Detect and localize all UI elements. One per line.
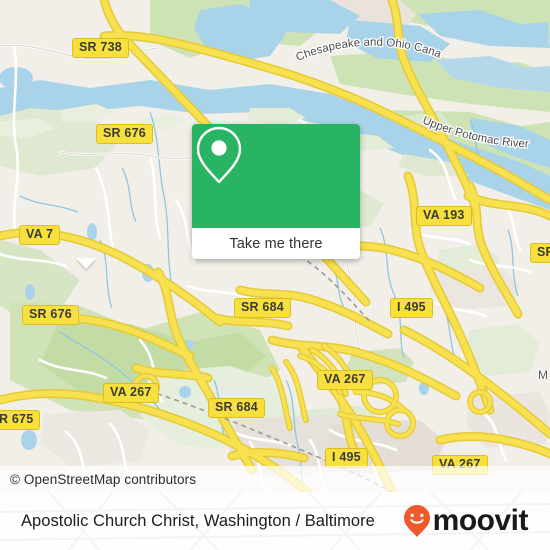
osm-attribution-bar: © OpenStreetMap contributors xyxy=(0,466,550,492)
road-shield: VA 267 xyxy=(317,370,373,390)
road-shield: VA 7 xyxy=(19,225,61,245)
road-shield: SR 676 xyxy=(96,124,153,144)
road-shield: VA 193 xyxy=(416,206,472,226)
page-title: Apostolic Church Christ, Washington / Ba… xyxy=(21,511,375,530)
popup-pointer-tail xyxy=(76,258,96,269)
road-shield-label: SR 738 xyxy=(79,40,122,54)
footer-bar: Apostolic Church Christ, Washington / Ba… xyxy=(0,492,550,550)
edge-place-label: M xyxy=(538,368,548,382)
popup-image-area xyxy=(192,124,360,228)
road-shield: SR 676 xyxy=(22,305,79,325)
road-shield: I 495 xyxy=(325,448,368,468)
road-shield-label: SR 684 xyxy=(241,300,284,314)
road-shield: SR xyxy=(530,243,550,263)
moovit-logo[interactable]: moovit xyxy=(402,504,550,538)
road-shield: SR 738 xyxy=(72,38,129,58)
road-shield-label: VA 267 xyxy=(110,385,152,399)
map-canvas[interactable]: Chesapeake and Ohio Canal Upper Potomac … xyxy=(0,0,550,492)
road-shield-label: SR 676 xyxy=(29,307,72,321)
map-screenshot: Chesapeake and Ohio Canal Upper Potomac … xyxy=(0,0,550,550)
road-shield-label: SR xyxy=(537,245,550,259)
road-shield-label: SR 676 xyxy=(103,126,146,140)
popup-cta-bar[interactable]: Take me there xyxy=(192,228,360,259)
osm-attribution-text[interactable]: © OpenStreetMap contributors xyxy=(0,472,196,487)
road-shield-label: VA 193 xyxy=(423,208,465,222)
road-shield-label: VA 267 xyxy=(324,372,366,386)
road-shield: I 495 xyxy=(390,298,433,318)
road-shield: R 675 xyxy=(0,410,41,430)
road-shield: SR 684 xyxy=(208,398,265,418)
road-shield-label: SR 684 xyxy=(215,400,258,414)
road-shield-label: I 495 xyxy=(332,450,361,464)
road-shield-label: VA 7 xyxy=(26,227,54,241)
take-me-there-label: Take me there xyxy=(229,235,323,252)
moovit-smiley-pin-icon xyxy=(403,505,430,537)
road-shield-label: R 675 xyxy=(0,412,34,426)
map-pin-icon xyxy=(196,126,242,184)
road-shield-label: I 495 xyxy=(397,300,426,314)
road-shield: SR 684 xyxy=(234,298,291,318)
moovit-wordmark: moovit xyxy=(432,504,529,537)
road-shield: VA 267 xyxy=(103,383,159,403)
place-popup-card[interactable]: Take me there xyxy=(192,124,360,259)
